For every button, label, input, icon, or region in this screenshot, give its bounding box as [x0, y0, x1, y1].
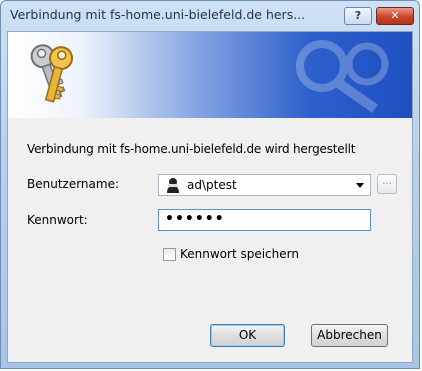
help-button[interactable]: ?	[344, 7, 372, 25]
ok-button[interactable]: OK	[210, 324, 285, 347]
dialog-body: Verbindung mit fs-home.uni-bielefeld.de …	[8, 118, 412, 362]
password-label: Kennwort:	[27, 213, 88, 227]
remember-password-label[interactable]: Kennwort speichern	[180, 247, 299, 261]
username-label: Benutzername:	[27, 177, 120, 191]
dialog-banner	[8, 32, 412, 118]
close-button[interactable]: ✕	[376, 7, 414, 25]
title-bar[interactable]: Verbindung mit fs-home.uni-bielefeld.de …	[1, 1, 419, 31]
cancel-button[interactable]: Abbrechen	[311, 324, 388, 347]
user-icon	[167, 178, 179, 193]
chevron-down-icon[interactable]	[356, 183, 364, 188]
password-field[interactable]: ••••••	[158, 209, 371, 231]
browse-users-button[interactable]: ...	[377, 174, 397, 194]
remember-password-checkbox[interactable]	[163, 248, 176, 261]
dialog-client-area: Verbindung mit fs-home.uni-bielefeld.de …	[7, 31, 413, 363]
banner-keys-watermark	[296, 40, 389, 113]
username-combobox[interactable]: ad\ptest	[158, 174, 371, 196]
window-title: Verbindung mit fs-home.uni-bielefeld.de …	[10, 7, 306, 22]
keys-icon	[30, 44, 74, 103]
credential-dialog-window: Verbindung mit fs-home.uni-bielefeld.de …	[0, 0, 420, 369]
username-value: ad\ptest	[187, 178, 237, 192]
connection-message: Verbindung mit fs-home.uni-bielefeld.de …	[27, 142, 356, 156]
